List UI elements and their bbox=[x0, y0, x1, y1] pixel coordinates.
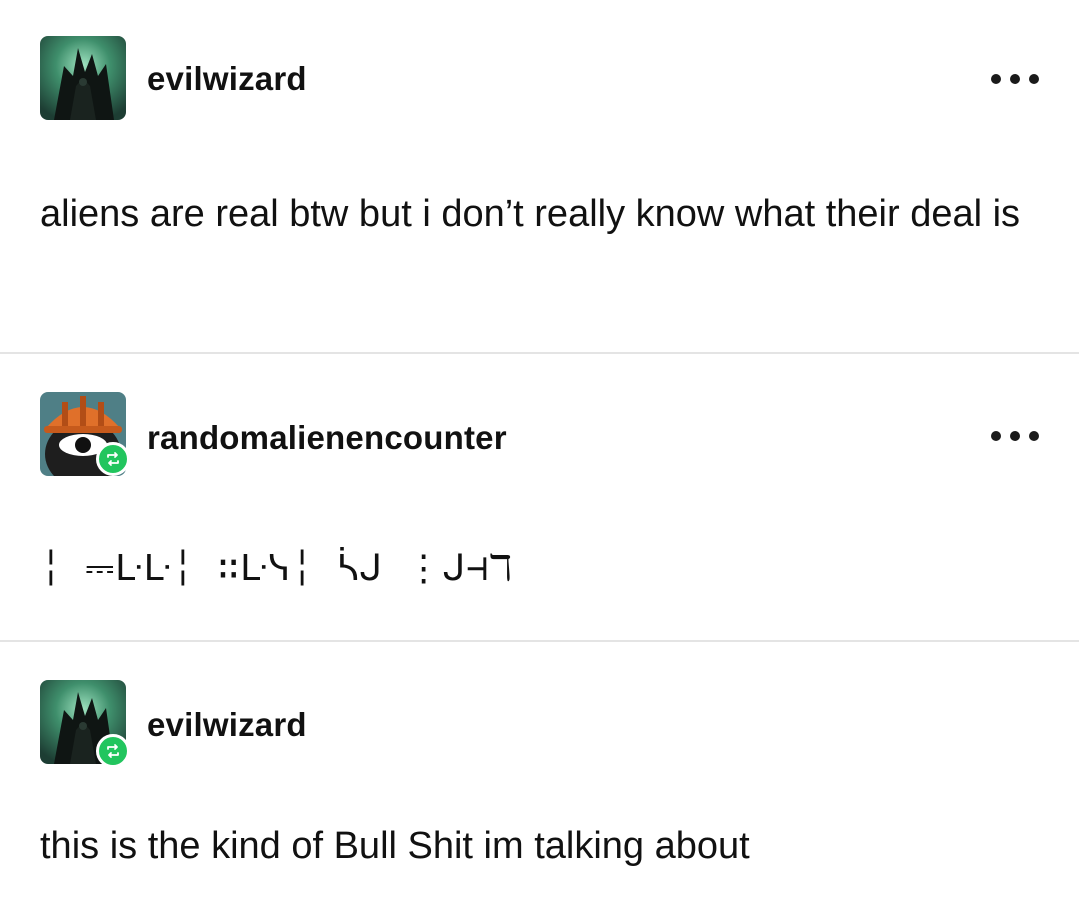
post-text: aliens are real btw but i don’t really k… bbox=[40, 193, 1021, 235]
reblog-icon bbox=[96, 734, 130, 768]
reblog-icon bbox=[96, 442, 130, 476]
username[interactable]: evilwizard bbox=[147, 60, 307, 98]
post-evilwizard-reblog: evilwizard this is the kind of Bull Shit… bbox=[0, 642, 1079, 901]
post-randomalienencounter-reblog: randomalienencounter ╎ ⎓ᒷᒷ╎ ∷ᒷᓭ╎ ᓵᒍ ⋮ᒍ⊣ℸ bbox=[0, 354, 1079, 640]
post-evilwizard-original: evilwizard aliens are real btw but i don… bbox=[0, 0, 1079, 352]
username[interactable]: evilwizard bbox=[147, 706, 307, 744]
post-text: this is the kind of Bull Shit im talking… bbox=[40, 825, 750, 867]
more-options-icon[interactable] bbox=[991, 73, 1039, 85]
wizard-avatar-icon[interactable] bbox=[40, 36, 126, 120]
more-options-icon[interactable] bbox=[991, 430, 1039, 442]
username[interactable]: randomalienencounter bbox=[147, 419, 507, 457]
post-text-standard-galactic: ╎ ⎓ᒷᒷ╎ ∷ᒷᓭ╎ ᓵᒍ ⋮ᒍ⊣ℸ bbox=[40, 548, 514, 589]
